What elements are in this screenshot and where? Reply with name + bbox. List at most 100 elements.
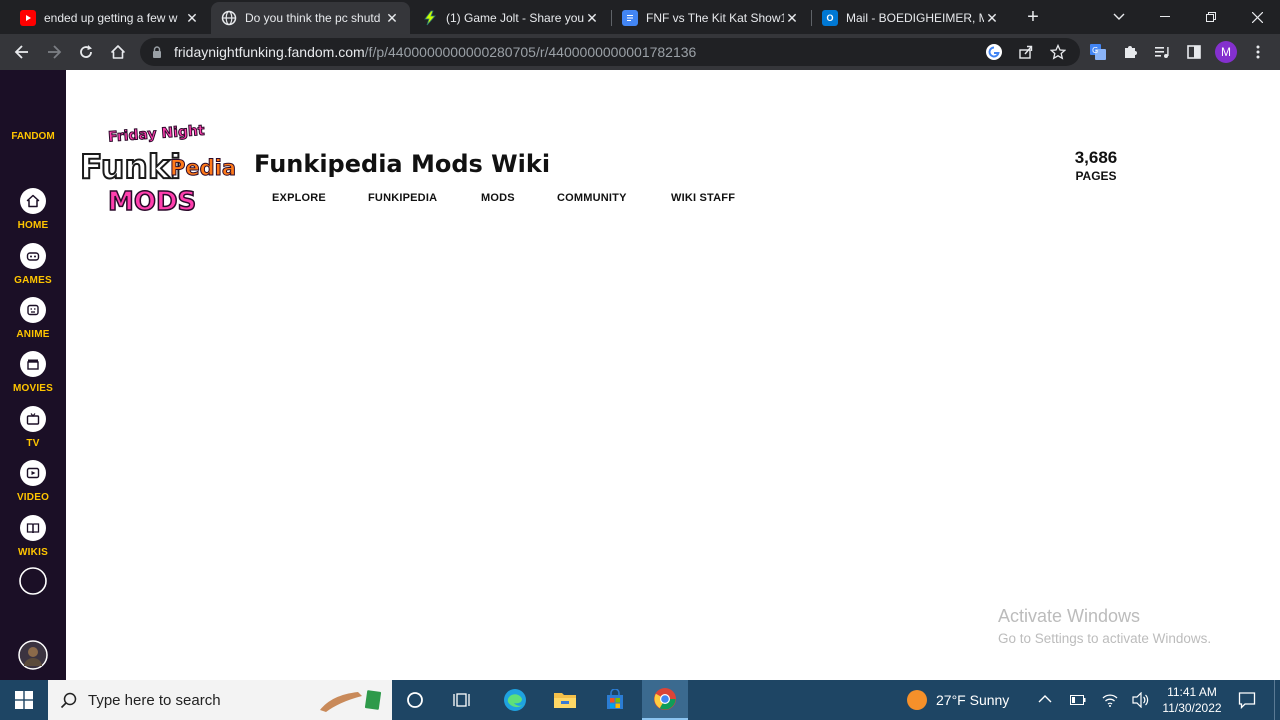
lock-icon[interactable] bbox=[152, 46, 162, 58]
clapper-icon bbox=[20, 351, 46, 377]
edge-icon[interactable] bbox=[492, 680, 538, 720]
windows-logo-icon bbox=[15, 691, 33, 709]
browser-menu-icon[interactable] bbox=[1244, 38, 1272, 66]
close-window-button[interactable] bbox=[1234, 0, 1280, 34]
tv-icon bbox=[20, 406, 46, 432]
anime-icon bbox=[20, 297, 46, 323]
tab-docs[interactable]: FNF vs The Kit Kat Show1 ✕ bbox=[612, 2, 810, 34]
logo-text-funki: Funki bbox=[80, 147, 181, 186]
fandom-global-nav: FANDOM HOME GAMES ANIME MOVIES TV VIDEO bbox=[0, 70, 66, 680]
tab-youtube[interactable]: ended up getting a few w ✕ bbox=[10, 2, 210, 34]
start-button[interactable] bbox=[0, 680, 48, 720]
tab-gamejolt[interactable]: (1) Game Jolt - Share your ✕ bbox=[412, 2, 610, 34]
nav-video[interactable]: VIDEO bbox=[0, 460, 66, 503]
tab-search-icon[interactable] bbox=[1096, 0, 1142, 34]
nav-label: VIDEO bbox=[16, 492, 50, 503]
nav-label: WIKIS bbox=[18, 547, 48, 558]
microsoft-store-icon[interactable] bbox=[592, 680, 638, 720]
reload-button[interactable] bbox=[72, 38, 100, 66]
watermark-title: Activate Windows bbox=[998, 606, 1141, 626]
nav-movies[interactable]: MOVIES bbox=[0, 351, 66, 394]
nav-label: GAMES bbox=[14, 275, 52, 286]
task-view-icon[interactable] bbox=[440, 680, 486, 720]
docs-icon bbox=[622, 10, 638, 26]
volume-icon[interactable] bbox=[1132, 692, 1150, 708]
google-icon[interactable] bbox=[980, 38, 1008, 66]
chrome-taskbar-icon[interactable] bbox=[642, 680, 688, 720]
wiki-nav-community[interactable]: COMMUNITY bbox=[557, 192, 627, 204]
nav-label: ANIME bbox=[16, 329, 50, 340]
wiki-title[interactable]: Funkipedia Mods Wiki bbox=[254, 150, 550, 178]
nav-games[interactable]: GAMES bbox=[0, 243, 66, 286]
logo-text-top: Friday Night bbox=[108, 123, 206, 146]
user-avatar[interactable] bbox=[0, 640, 66, 670]
taskbar-clock[interactable]: 11:41 AM 11/30/2022 bbox=[1160, 684, 1224, 716]
nav-wikis[interactable]: WIKIS bbox=[0, 515, 66, 558]
wiki-nav-mods[interactable]: MODS bbox=[481, 192, 515, 204]
tab-outlook[interactable]: O Mail - BOEDIGHEIMER, M ✕ bbox=[812, 2, 1010, 34]
close-icon[interactable]: ✕ bbox=[584, 10, 600, 27]
wiki-nav-explore[interactable]: EXPLORE bbox=[272, 192, 326, 204]
notification-icon[interactable] bbox=[1238, 691, 1256, 709]
windows-taskbar: Type here to search 27°F Sunny 11:41 AM … bbox=[0, 680, 1280, 720]
url-path: /f/p/4400000000000280705/r/4400000000001… bbox=[364, 44, 697, 60]
address-bar[interactable]: fridaynightfunking.fandom.com/f/p/440000… bbox=[140, 38, 1080, 66]
file-explorer-icon[interactable] bbox=[542, 680, 588, 720]
globe-icon bbox=[221, 10, 237, 26]
extensions-puzzle-icon[interactable] bbox=[1116, 38, 1144, 66]
minimize-button[interactable] bbox=[1142, 0, 1188, 34]
close-icon[interactable]: ✕ bbox=[184, 10, 200, 27]
logo-text-mods: MODS bbox=[108, 187, 196, 217]
wiki-nav-wiki-staff[interactable]: WIKI STAFF bbox=[671, 192, 735, 204]
tab-title: FNF vs The Kit Kat Show1 bbox=[646, 11, 784, 25]
gamejolt-icon bbox=[422, 10, 438, 26]
tab-title: Do you think the pc shutd bbox=[245, 11, 381, 25]
taskbar-search-box[interactable]: Type here to search bbox=[48, 680, 392, 720]
back-button[interactable] bbox=[8, 38, 36, 66]
battery-icon[interactable] bbox=[1070, 694, 1086, 706]
restore-button[interactable] bbox=[1188, 0, 1234, 34]
loading-spinner bbox=[0, 566, 66, 596]
close-icon[interactable]: ✕ bbox=[784, 10, 800, 27]
new-tab-button[interactable]: + bbox=[1010, 0, 1056, 34]
translate-extension-icon[interactable]: G bbox=[1084, 38, 1112, 66]
book-icon bbox=[20, 515, 46, 541]
wifi-icon[interactable] bbox=[1102, 692, 1118, 708]
svg-text:G: G bbox=[1092, 46, 1098, 55]
nav-anime[interactable]: ANIME bbox=[0, 297, 66, 340]
activate-windows-watermark: Activate Windows Go to Settings to activ… bbox=[998, 606, 1211, 646]
share-icon[interactable] bbox=[1012, 38, 1040, 66]
pages-count-label: PAGES bbox=[1075, 169, 1117, 183]
forward-button[interactable] bbox=[40, 38, 68, 66]
close-icon[interactable]: ✕ bbox=[384, 10, 400, 27]
chevron-up-icon[interactable] bbox=[1038, 694, 1052, 704]
tab-title: Mail - BOEDIGHEIMER, M bbox=[846, 11, 984, 25]
close-icon[interactable]: ✕ bbox=[984, 10, 1000, 27]
profile-avatar[interactable]: M bbox=[1212, 38, 1240, 66]
media-control-icon[interactable] bbox=[1148, 38, 1176, 66]
youtube-icon bbox=[20, 10, 36, 26]
weather-icon[interactable] bbox=[906, 689, 928, 711]
pages-count: 3,686 PAGES bbox=[1066, 148, 1126, 183]
weather-text[interactable]: 27°F Sunny bbox=[936, 692, 1009, 708]
wiki-logo[interactable]: Friday Night Funki Pedia MODS bbox=[78, 118, 237, 218]
wiki-nav-funkipedia[interactable]: FUNKIPEDIA bbox=[368, 192, 437, 204]
show-desktop-button[interactable] bbox=[1274, 680, 1280, 720]
home-button[interactable] bbox=[104, 38, 132, 66]
pages-count-value: 3,686 bbox=[1074, 148, 1118, 167]
nav-tv[interactable]: TV bbox=[0, 406, 66, 449]
side-panel-icon[interactable] bbox=[1180, 38, 1208, 66]
nav-label: HOME bbox=[17, 220, 49, 231]
clock-date: 11/30/2022 bbox=[1162, 701, 1222, 715]
nav-home[interactable]: HOME bbox=[0, 188, 66, 231]
clock-time: 11:41 AM bbox=[1167, 685, 1217, 699]
bookmark-star-icon[interactable] bbox=[1044, 38, 1072, 66]
gamepad-icon bbox=[20, 243, 46, 269]
tab-fandom[interactable]: Do you think the pc shutd ✕ bbox=[211, 2, 410, 34]
tab-title: ended up getting a few w bbox=[44, 11, 178, 25]
watermark-subtitle: Go to Settings to activate Windows. bbox=[998, 631, 1212, 646]
home-icon bbox=[20, 188, 46, 214]
fandom-logo[interactable]: FANDOM bbox=[0, 131, 66, 142]
cortana-icon[interactable] bbox=[392, 680, 438, 720]
browser-toolbar: fridaynightfunking.fandom.com/f/p/440000… bbox=[0, 34, 1280, 70]
